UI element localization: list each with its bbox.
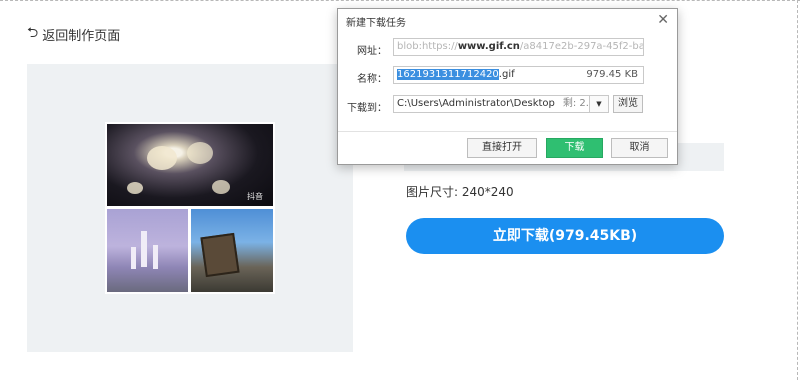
url-host: www.gif.cn	[457, 41, 520, 52]
save-path-field[interactable]: C:\Users\Administrator\Desktop剩: 2.91 GB	[393, 95, 607, 113]
filename-selected-text: 1621931311712420	[397, 69, 499, 80]
fireworks-image: 抖音	[107, 124, 273, 206]
dialog-divider	[338, 131, 677, 132]
back-arrow-icon: ⮌	[27, 25, 39, 41]
cancel-button[interactable]: 取消	[611, 138, 668, 158]
gif-preview-collage: 抖音	[105, 122, 275, 294]
download-button[interactable]: 下载	[546, 138, 603, 158]
castle-image	[107, 209, 188, 292]
right-dashed-border	[797, 0, 798, 380]
url-field[interactable]: blob:https://www.gif.cn/a8417e2b-297a-45…	[393, 38, 644, 56]
name-label: 名称：	[357, 74, 387, 85]
path-label: 下载到：	[347, 103, 387, 114]
image-size-label: 图片尺寸: 240*240	[406, 185, 514, 199]
browse-button[interactable]: 浏览	[613, 95, 643, 113]
filename-extension: .gif	[498, 69, 515, 80]
url-prefix: blob:https://	[397, 41, 458, 52]
dialog-title: 新建下载任务	[346, 18, 406, 29]
watermark-text: 抖音	[247, 192, 263, 201]
new-download-dialog: 新建下载任务 ✕ 网址： blob:https://www.gif.cn/a84…	[337, 8, 678, 165]
name-row: 名称： 1621931311712420.gif 979.45 KB	[338, 66, 679, 86]
url-row: 网址： blob:https://www.gif.cn/a8417e2b-297…	[338, 38, 679, 58]
filename-field[interactable]: 1621931311712420.gif 979.45 KB	[393, 66, 644, 84]
open-directly-button[interactable]: 直接打开	[467, 138, 537, 158]
chevron-down-icon[interactable]: ▼	[589, 95, 609, 113]
back-link-label: 返回制作页面	[42, 28, 121, 44]
file-size: 979.45 KB	[586, 69, 638, 80]
download-now-button[interactable]: 立即下载(979.45KB)	[406, 218, 724, 254]
url-label: 网址：	[357, 46, 387, 57]
top-dashed-border	[0, 0, 800, 2]
sign-image	[191, 209, 273, 292]
path-row: 下载到： C:\Users\Administrator\Desktop剩: 2.…	[338, 95, 679, 115]
back-to-editor-link[interactable]: ⮌ 返回制作页面	[27, 22, 120, 46]
close-icon[interactable]: ✕	[657, 12, 669, 28]
url-suffix: /a8417e2b-297a-45f2-ba14-f25105	[519, 41, 643, 52]
save-path-value: C:\Users\Administrator\Desktop	[397, 98, 555, 109]
